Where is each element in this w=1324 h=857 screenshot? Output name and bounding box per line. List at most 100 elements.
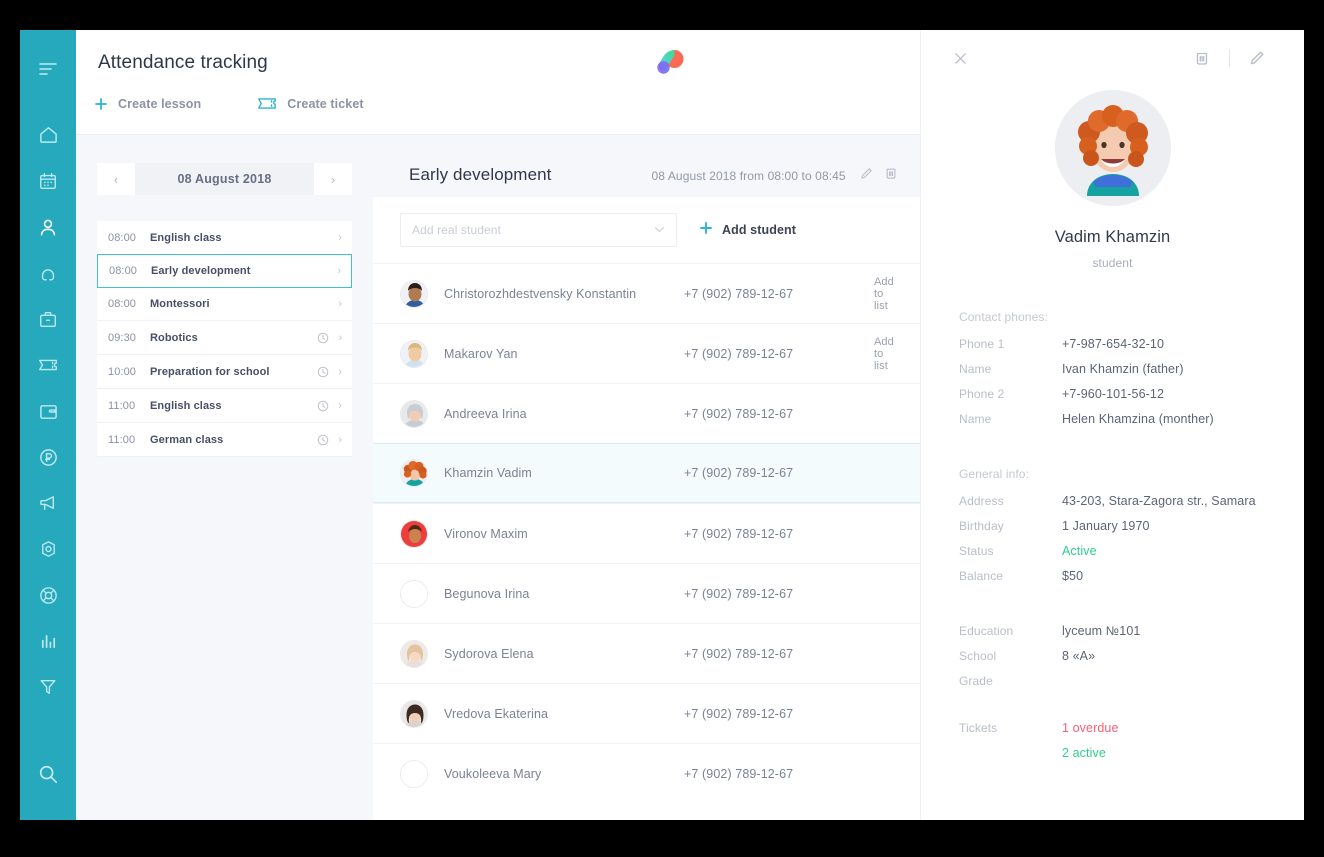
lesson-row[interactable]: 08:00 English class › xyxy=(97,221,352,255)
lesson-row[interactable]: 11:00 German class › xyxy=(97,423,352,457)
sidebar-item-calendar[interactable] xyxy=(20,158,76,204)
info-value: lyceum №101 xyxy=(1062,624,1141,638)
student-name: Sydorova Elena xyxy=(444,646,534,661)
student-row[interactable]: Andreeva Irina +7 (902) 789-12-67 xyxy=(373,383,920,443)
student-row[interactable]: Makarov Yan +7 (902) 789-12-67 Add to list xyxy=(373,323,920,383)
info-value: 8 «А» xyxy=(1062,649,1096,663)
lesson-row[interactable]: 08:00 Montessori › xyxy=(97,287,352,321)
student-row[interactable]: Vironov Maxim +7 (902) 789-12-67 xyxy=(373,503,920,563)
trash-icon[interactable] xyxy=(885,167,897,180)
clock-icon xyxy=(317,366,329,378)
page-title: Attendance tracking xyxy=(98,52,268,73)
add-student-label: Add student xyxy=(722,223,797,237)
student-row[interactable]: Khamzin Vadim +7 (902) 789-12-67 xyxy=(373,443,920,503)
sidebar-item-filters[interactable] xyxy=(20,664,76,710)
education-row: School 8 «А» xyxy=(959,649,1274,663)
student-row[interactable]: Vredova Ekaterina +7 (902) 789-12-67 xyxy=(373,683,920,743)
contact-row: Name Ivan Khamzin (father) xyxy=(959,362,1274,376)
students-panel: Add real student Add student Christorozh… xyxy=(373,197,920,820)
close-icon[interactable] xyxy=(943,41,977,75)
chevron-right-icon: › xyxy=(338,331,342,344)
sidebar-item-reports[interactable] xyxy=(20,618,76,664)
student-row[interactable]: Sydorova Elena +7 (902) 789-12-67 xyxy=(373,623,920,683)
avatar xyxy=(400,399,428,428)
avatar xyxy=(1054,90,1171,206)
pencil-icon[interactable] xyxy=(860,167,873,180)
info-label: Birthday xyxy=(959,519,1004,533)
sidebar-item-support[interactable] xyxy=(20,572,76,618)
sidebar-item-briefcase[interactable] xyxy=(20,296,76,342)
avatar xyxy=(400,579,428,608)
ticket-value[interactable]: 1 overdue xyxy=(1062,721,1119,735)
lesson-time: 11:00 xyxy=(108,433,136,446)
lesson-row[interactable]: 10:00 Preparation for school › xyxy=(97,355,352,389)
lesson-name: English class xyxy=(150,231,222,244)
lesson-row[interactable]: 08:00 Early development › xyxy=(97,254,352,288)
sidebar-item-wallet[interactable] xyxy=(20,388,76,434)
sidebar-item-users[interactable] xyxy=(20,204,76,250)
general-row: Address 43-203, Stara-Zagora str., Samara xyxy=(959,494,1274,508)
info-value: $50 xyxy=(1062,569,1084,583)
contact-row: Phone 1 +7-987-654-32-10 xyxy=(959,337,1274,351)
lesson-row[interactable]: 09:30 Robotics › xyxy=(97,321,352,355)
ticket-row: Tickets 1 overdue xyxy=(959,721,1274,735)
info-label: Name xyxy=(959,412,992,426)
toolbar-divider xyxy=(1229,49,1230,67)
add-real-student-select[interactable]: Add real student xyxy=(400,213,677,247)
avatar xyxy=(400,279,428,308)
lesson-name: Montessori xyxy=(150,297,210,310)
sidebar-item-home[interactable] xyxy=(20,112,76,158)
student-phone: +7 (902) 789-12-67 xyxy=(684,706,794,721)
next-day-button[interactable]: › xyxy=(314,163,352,195)
sidebar-item-teachers[interactable] xyxy=(20,250,76,296)
student-row[interactable]: Christorozhdestvensky Konstantin +7 (902)… xyxy=(373,263,920,323)
create-lesson-button[interactable]: Create lesson xyxy=(94,97,201,111)
lesson-row[interactable]: 11:00 English class › xyxy=(97,389,352,423)
center-column: Attendance tracking Create lesson Create… xyxy=(76,30,920,820)
info-value: Helen Khamzina (monther) xyxy=(1062,412,1214,426)
info-label: Phone 1 xyxy=(959,337,1005,351)
info-value: +7-987-654-32-10 xyxy=(1062,337,1165,351)
add-student-bar: Add real student Add student xyxy=(373,197,920,263)
lessons-column: ‹ 08 August 2018 › 08:00 English class › 08… xyxy=(76,135,373,820)
lesson-time: 08:00 xyxy=(109,265,138,277)
lesson-name: Early development xyxy=(151,265,251,277)
education-list: Education lyceum №101 School 8 «А» Grade xyxy=(959,624,1274,688)
student-name: Andreeva Irina xyxy=(444,406,527,421)
add-to-list-button[interactable]: Add to list xyxy=(874,336,894,372)
create-lesson-label: Create lesson xyxy=(118,96,202,111)
lesson-time: 08:00 xyxy=(108,231,137,244)
lesson-name: German class xyxy=(150,433,224,446)
pencil-icon[interactable] xyxy=(1240,41,1274,75)
contacts-section-title: Contact phones: xyxy=(959,310,1048,324)
student-phone: +7 (902) 789-12-67 xyxy=(684,286,794,301)
ticket-value[interactable]: 2 active xyxy=(1062,746,1106,760)
lesson-time: 09:30 xyxy=(108,331,137,344)
sidebar-item-tickets[interactable] xyxy=(20,342,76,388)
lesson-header-actions xyxy=(860,167,897,180)
student-row[interactable]: Voukoleeva Mary +7 (902) 789-12-67 xyxy=(373,743,920,803)
student-phone: +7 (902) 789-12-67 xyxy=(684,766,794,781)
create-ticket-button[interactable]: Create ticket xyxy=(257,96,364,111)
sidebar-item-finance[interactable] xyxy=(20,434,76,480)
avatar xyxy=(400,639,428,668)
prev-day-button[interactable]: ‹ xyxy=(97,163,135,195)
add-student-button[interactable]: Add student xyxy=(699,221,796,239)
sidebar-item-settings[interactable] xyxy=(20,526,76,572)
info-label: Tickets xyxy=(959,721,998,735)
trash-icon[interactable] xyxy=(1185,41,1219,75)
info-label: Status xyxy=(959,544,994,558)
clock-icon xyxy=(317,332,329,344)
student-name: Vironov Maxim xyxy=(444,526,528,541)
student-list: Christorozhdestvensky Konstantin +7 (902)… xyxy=(373,263,920,820)
sidebar-search-button[interactable] xyxy=(20,754,76,794)
ticket-row: 2 active xyxy=(959,746,1274,760)
student-row[interactable]: Begunova Irina +7 (902) 789-12-67 xyxy=(373,563,920,623)
student-phone: +7 (902) 789-12-67 xyxy=(684,526,794,541)
info-label: Grade xyxy=(959,674,993,688)
add-to-list-button[interactable]: Add to list xyxy=(874,276,894,312)
create-ticket-label: Create ticket xyxy=(287,96,364,111)
lesson-name: Preparation for school xyxy=(150,365,270,378)
sidebar-item-menu[interactable] xyxy=(20,46,76,92)
sidebar-item-marketing[interactable] xyxy=(20,480,76,526)
